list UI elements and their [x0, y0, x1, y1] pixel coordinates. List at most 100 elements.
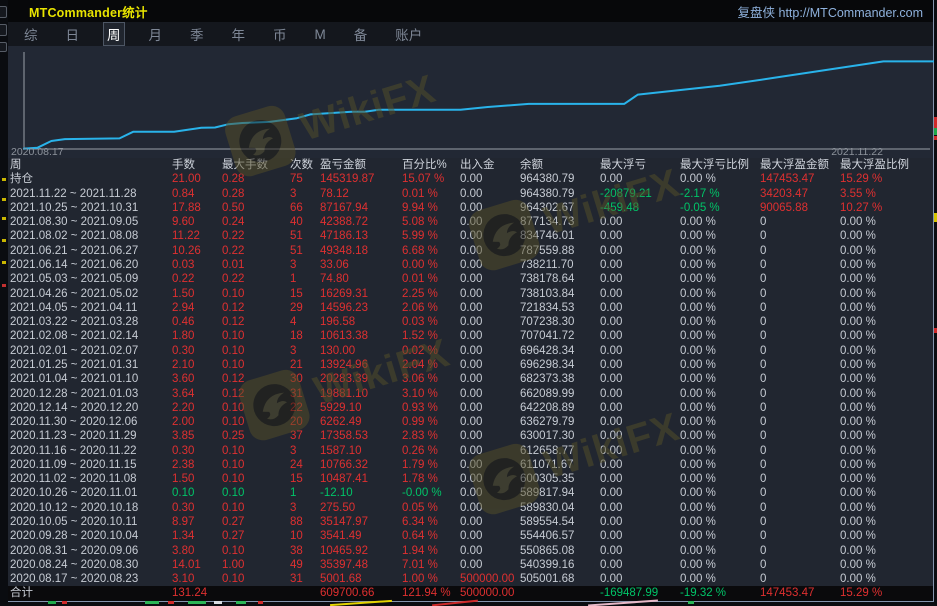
table-cell: 2021.05.03 ~ 2021.05.09	[10, 272, 172, 286]
table-cell: 0.01 %	[402, 187, 460, 201]
menu-item-bei[interactable]: 备	[350, 22, 372, 46]
table-cell: 0.00	[600, 229, 680, 243]
table-row[interactable]: 2020.08.17 ~ 2020.08.233.100.10315001.68…	[8, 572, 933, 586]
table-row[interactable]: 2020.08.31 ~ 2020.09.063.800.103810465.9…	[8, 544, 933, 558]
table-cell: 636279.79	[520, 415, 600, 429]
table-cell: 3541.49	[320, 529, 402, 543]
table-cell: 0.00	[460, 401, 520, 415]
column-header-9[interactable]: 最大浮亏比例	[680, 158, 760, 172]
table-row[interactable]: 2021.01.04 ~ 2021.01.103.600.123020283.3…	[8, 372, 933, 386]
table-row[interactable]: 2021.05.03 ~ 2021.05.090.220.22174.800.0…	[8, 272, 933, 286]
column-header-11[interactable]: 最大浮盈比例	[840, 158, 933, 172]
table-cell: 0.03	[172, 258, 222, 272]
column-header-5[interactable]: 百分比%	[402, 158, 460, 172]
table-cell: -20879.21	[600, 187, 680, 201]
table-cell: 0.02 %	[402, 344, 460, 358]
table-cell: 0.12	[222, 301, 290, 315]
table-cell: 13924.96	[320, 358, 402, 372]
menu-item-nian[interactable]: 年	[228, 22, 250, 46]
table-row[interactable]: 2020.12.14 ~ 2020.12.202.200.10225929.10…	[8, 401, 933, 415]
table-row[interactable]: 2020.10.05 ~ 2020.10.118.970.278835147.9…	[8, 515, 933, 529]
table-cell: 0.00 %	[680, 401, 760, 415]
column-header-10[interactable]: 最大浮盈金额	[760, 158, 840, 172]
table-cell: 20283.39	[320, 372, 402, 386]
table-row[interactable]: 2021.01.25 ~ 2021.01.312.100.102113924.9…	[8, 358, 933, 372]
table-cell: 35397.48	[320, 558, 402, 572]
table-row[interactable]: 2020.11.16 ~ 2020.11.220.300.1031587.100…	[8, 444, 933, 458]
column-header-8[interactable]: 最大浮亏	[600, 158, 680, 172]
menu-item-m[interactable]: M	[311, 25, 330, 44]
table-cell: 34203.47	[760, 187, 840, 201]
table-cell: 0.00	[460, 387, 520, 401]
table-cell: 5001.68	[320, 572, 402, 586]
table-cell: 0.22	[222, 272, 290, 286]
column-header-3[interactable]: 次数	[290, 158, 320, 172]
table-cell: 0.00 %	[680, 529, 760, 543]
table-cell: 20	[290, 415, 320, 429]
table-cell: 0.00	[600, 258, 680, 272]
table-row[interactable]: 2021.03.22 ~ 2021.03.280.460.124196.580.…	[8, 315, 933, 329]
table-cell: 0.00 %	[680, 501, 760, 515]
table-row[interactable]: 持仓21.000.2875145319.8715.07 %0.00964380.…	[8, 172, 933, 186]
table-row[interactable]: 2020.11.30 ~ 2020.12.062.000.10206262.49…	[8, 415, 933, 429]
table-cell: 2.00	[172, 415, 222, 429]
table-row[interactable]: 2021.08.30 ~ 2021.09.059.600.244042388.7…	[8, 215, 933, 229]
table-cell: 0.22	[222, 244, 290, 258]
table-cell: 0.00 %	[680, 515, 760, 529]
table-cell: 612658.77	[520, 444, 600, 458]
background-window-fragment	[2, 261, 6, 264]
table-row[interactable]: 2021.02.08 ~ 2021.02.141.800.101810613.3…	[8, 329, 933, 343]
table-row[interactable]: 2021.06.14 ~ 2021.06.200.030.01333.060.0…	[8, 258, 933, 272]
table-cell: 37	[290, 429, 320, 443]
table-cell: 0	[760, 415, 840, 429]
table-row[interactable]: 2020.09.28 ~ 2020.10.041.340.27103541.49…	[8, 529, 933, 543]
menu-item-ri[interactable]: 日	[62, 22, 84, 46]
column-header-2[interactable]: 最大手数	[222, 158, 290, 172]
table-cell: 611071.67	[520, 458, 600, 472]
stats-table: 周手数最大手数次数盈亏金额百分比%出入金余额最大浮亏最大浮亏比例最大浮盈金额最大…	[8, 158, 933, 601]
table-cell: 0.93 %	[402, 401, 460, 415]
table-row[interactable]: 2021.10.25 ~ 2021.10.3117.880.506687167.…	[8, 201, 933, 215]
table-row[interactable]: 2020.11.02 ~ 2020.11.081.500.101510487.4…	[8, 472, 933, 486]
table-cell: 3	[290, 444, 320, 458]
table-cell: 3.85	[172, 429, 222, 443]
menu-item-yue[interactable]: 月	[145, 22, 167, 46]
table-cell: 0.10	[222, 572, 290, 586]
column-header-1[interactable]: 手数	[172, 158, 222, 172]
table-cell: 0.00 %	[680, 472, 760, 486]
table-cell: 1.80	[172, 329, 222, 343]
table-row[interactable]: 2021.06.21 ~ 2021.06.2710.260.225149348.…	[8, 244, 933, 258]
table-row[interactable]: 2020.08.24 ~ 2020.08.3014.011.004935397.…	[8, 558, 933, 572]
table-cell: 0.12	[222, 315, 290, 329]
menu-item-bi[interactable]: 币	[269, 22, 291, 46]
table-cell: 0.00	[460, 215, 520, 229]
table-cell: 0.00	[460, 458, 520, 472]
table-row[interactable]: 2020.12.28 ~ 2021.01.033.640.123119881.1…	[8, 387, 933, 401]
table-cell: 0.00	[600, 486, 680, 500]
table-cell: 88	[290, 515, 320, 529]
table-cell: 1.00 %	[402, 572, 460, 586]
table-row[interactable]: 2021.11.22 ~ 2021.11.280.840.28378.120.0…	[8, 187, 933, 201]
total-row[interactable]: 合计131.24609700.66121.94 %500000.00-16948…	[8, 586, 933, 600]
table-cell: 51	[290, 244, 320, 258]
column-header-7[interactable]: 余额	[520, 158, 600, 172]
column-header-4[interactable]: 盈亏金额	[320, 158, 402, 172]
table-row[interactable]: 2020.10.26 ~ 2020.11.010.100.101-12.10-0…	[8, 486, 933, 500]
table-row[interactable]: 2021.04.05 ~ 2021.04.112.940.122914596.2…	[8, 301, 933, 315]
table-cell: 0.00	[600, 344, 680, 358]
table-row[interactable]: 2020.10.12 ~ 2020.10.180.300.103275.500.…	[8, 501, 933, 515]
table-row[interactable]: 2021.04.26 ~ 2021.05.021.500.101516269.3…	[8, 287, 933, 301]
table-cell: 0.00 %	[840, 272, 933, 286]
menu-item-zhanghu[interactable]: 账户	[391, 22, 426, 46]
table-cell: 2020.11.16 ~ 2020.11.22	[10, 444, 172, 458]
menu-item-zong[interactable]: 综	[20, 22, 42, 46]
table-row[interactable]: 2021.08.02 ~ 2021.08.0811.220.225147186.…	[8, 229, 933, 243]
table-row[interactable]: 2020.11.23 ~ 2020.11.293.850.253717358.5…	[8, 429, 933, 443]
table-row[interactable]: 2020.11.09 ~ 2020.11.152.380.102410766.3…	[8, 458, 933, 472]
column-header-6[interactable]: 出入金	[460, 158, 520, 172]
menu-item-zhou[interactable]: 周	[103, 22, 125, 46]
table-cell: 0	[760, 486, 840, 500]
column-header-0[interactable]: 周	[10, 158, 172, 172]
table-row[interactable]: 2021.02.01 ~ 2021.02.070.300.103130.000.…	[8, 344, 933, 358]
menu-item-ji[interactable]: 季	[186, 22, 208, 46]
